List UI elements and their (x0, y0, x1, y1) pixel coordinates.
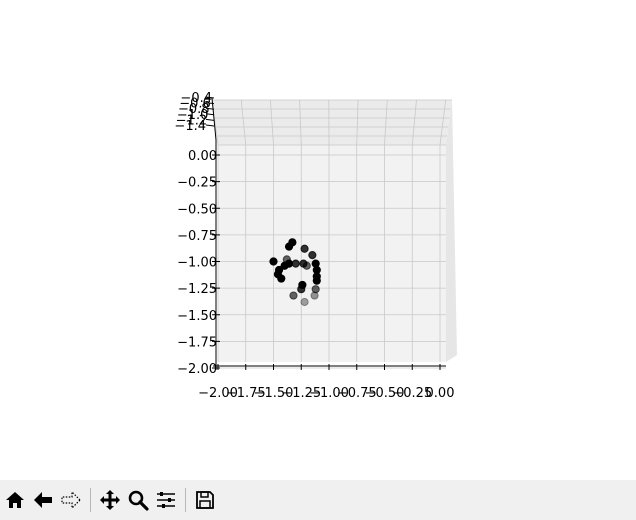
scatter-point (284, 242, 294, 251)
forward-button[interactable] (58, 484, 84, 516)
scatter-point (297, 285, 306, 294)
scatter-point (269, 257, 278, 266)
scatter-point (300, 297, 309, 307)
z-tick-label: −1.50 (177, 309, 217, 324)
axes-panes (212, 100, 457, 362)
scatter-point (302, 261, 311, 270)
move-icon (100, 490, 120, 510)
arrow-right-icon (61, 490, 81, 510)
floppy-disk-icon (196, 491, 214, 509)
z-tick-label: −2.00 (177, 362, 217, 377)
scatter-point (310, 291, 319, 300)
side-pane (446, 100, 457, 362)
scatter-point (277, 274, 286, 283)
figure-canvas[interactable]: −2.00 −1.75 −1.50 −1.25 −1.00 −0.75 −0.50 −0.25… (0, 0, 636, 480)
save-button[interactable] (192, 484, 218, 516)
sliders-icon (157, 492, 175, 508)
toolbar-separator (90, 488, 91, 512)
z-tick-label: −0.25 (177, 176, 217, 191)
z-tick-label: 0.00 (188, 149, 217, 164)
toolbar-separator (185, 488, 186, 512)
scatter-point (300, 244, 309, 253)
home-icon (6, 492, 24, 508)
zoom-button[interactable] (125, 484, 151, 516)
configure-subplots-button[interactable] (153, 484, 179, 516)
scatter-point (291, 259, 300, 268)
pan-button[interactable] (97, 484, 123, 516)
x-tick-label: 0.00 (426, 386, 455, 401)
back-pane (218, 145, 446, 362)
scatter-point (308, 251, 317, 260)
scatter-point (312, 276, 321, 285)
back-button[interactable] (30, 484, 56, 516)
matplotlib-window: −2.00 −1.75 −1.50 −1.25 −1.00 −0.75 −0.50 −0.25… (0, 0, 636, 520)
scatter-point (289, 291, 298, 300)
z-tick-label: −1.00 (177, 256, 217, 271)
z-tick-label: −1.25 (177, 282, 217, 297)
z-tick-label: −0.50 (177, 202, 217, 217)
magnifier-icon (128, 490, 149, 511)
y-tick-label: −1.4 (174, 119, 206, 134)
navigation-toolbar (0, 480, 636, 520)
arrow-left-icon (34, 492, 52, 508)
3d-scatter-plot[interactable]: −2.00 −1.75 −1.50 −1.25 −1.00 −0.75 −0.50 −0.25… (0, 0, 636, 480)
z-tick-label: −1.75 (177, 335, 217, 350)
home-button[interactable] (2, 484, 28, 516)
z-tick-label: −0.75 (177, 229, 217, 244)
